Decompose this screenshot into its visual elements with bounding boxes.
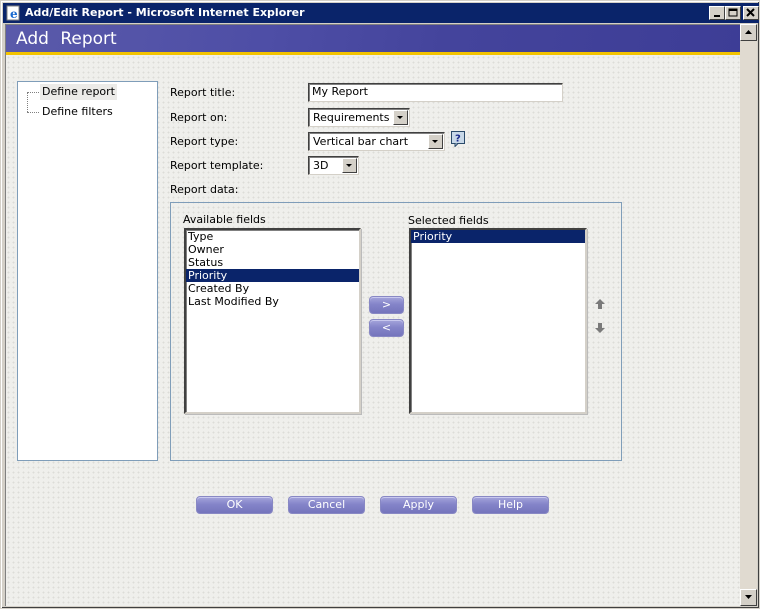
vertical-scrollbar[interactable] [740,24,757,606]
arrow-down-icon[interactable] [594,322,606,334]
tree-item-define-filters[interactable]: Define filters [40,104,115,120]
available-fields-label: Available fields [183,213,266,226]
available-fields-list[interactable]: Type Owner Status Priority Created By La… [184,228,361,414]
chevron-down-icon[interactable] [342,158,357,173]
list-item[interactable]: Type [186,230,359,243]
arrow-up-icon [745,30,752,34]
page-content: Add Report Define report Define filters … [5,24,741,606]
report-type-value: Vertical bar chart [313,135,409,148]
navigation-tree: Define report Define filters [17,81,158,461]
arrow-down-icon [745,595,752,599]
help-icon[interactable]: ? [451,131,466,147]
list-item[interactable]: Priority [411,230,585,243]
page-header: Add Report [6,25,741,55]
report-template-select[interactable]: 3D [308,156,359,175]
report-on-select[interactable]: Requirements [308,108,410,127]
list-item[interactable]: Owner [186,243,359,256]
selected-fields-label: Selected fields [408,214,489,227]
remove-field-button[interactable]: < [369,319,404,337]
close-button[interactable] [743,6,759,20]
report-data-label: Report data: [170,183,239,196]
window-title: Add/Edit Report - Microsoft Internet Exp… [25,6,305,19]
tree-connector [27,92,39,93]
cancel-button[interactable]: Cancel [288,496,365,514]
tree-item-define-report[interactable]: Define report [40,84,117,100]
report-type-select[interactable]: Vertical bar chart [308,132,445,151]
title-bar[interactable]: e Add/Edit Report - Microsoft Internet E… [3,3,759,23]
ok-button[interactable]: OK [196,496,273,514]
close-icon [746,8,755,17]
minimize-button[interactable] [709,6,725,20]
report-template-label: Report template: [170,159,264,172]
maximize-icon [728,8,738,17]
report-on-label: Report on: [170,111,228,124]
list-item[interactable]: Last Modified By [186,295,359,308]
arrow-up-icon[interactable] [594,298,606,310]
selected-fields-list[interactable]: Priority [409,228,587,414]
page-title: Add Report [16,29,117,49]
report-title-label: Report title: [170,86,236,99]
list-item[interactable]: Priority [186,269,359,282]
apply-button[interactable]: Apply [380,496,457,514]
report-type-label: Report type: [170,135,239,148]
scroll-up-button[interactable] [740,24,757,41]
tree-connector [27,112,39,113]
chevron-down-icon[interactable] [428,134,443,149]
report-title-input[interactable]: My Report [308,83,563,102]
add-field-button[interactable]: > [369,296,404,314]
help-button[interactable]: Help [472,496,549,514]
report-template-value: 3D [313,159,329,172]
maximize-button[interactable] [725,6,741,20]
list-item[interactable]: Status [186,256,359,269]
ie-icon: e [6,5,20,21]
browser-window: e Add/Edit Report - Microsoft Internet E… [0,0,760,609]
scroll-down-button[interactable] [740,589,757,606]
chevron-down-icon[interactable] [393,110,408,125]
svg-text:?: ? [455,134,461,145]
tree-connector [27,92,28,112]
report-on-value: Requirements [313,111,390,124]
list-item[interactable]: Created By [186,282,359,295]
svg-text:e: e [10,7,18,21]
minimize-icon [714,15,720,17]
